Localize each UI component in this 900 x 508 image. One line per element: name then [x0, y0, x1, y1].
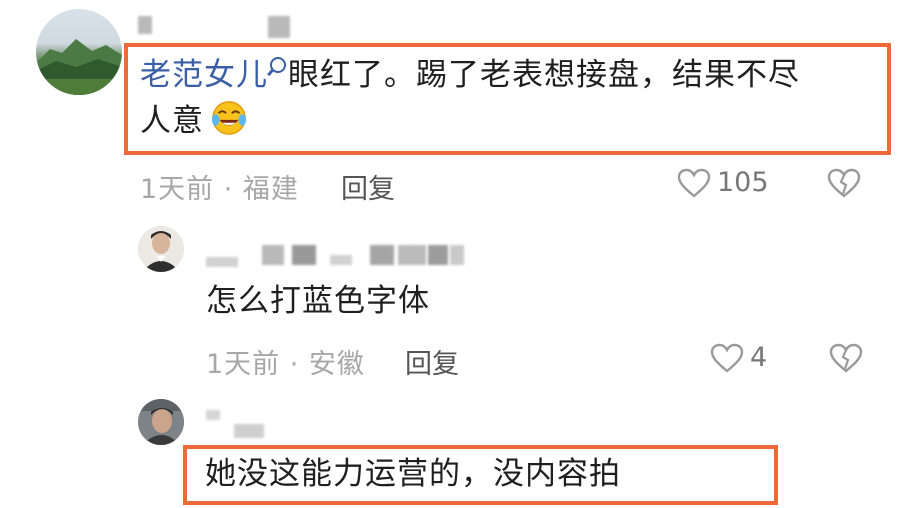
- reply-button[interactable]: 回复: [341, 167, 395, 206]
- like-count: 4: [750, 342, 768, 373]
- mountain-avatar-image: [36, 39, 122, 95]
- avatar[interactable]: [138, 226, 184, 272]
- like-count: 105: [717, 167, 769, 198]
- blurred-username: [206, 410, 220, 420]
- blurred-username: [206, 257, 238, 267]
- blurred-username: [428, 245, 448, 265]
- blurred-username: [138, 16, 152, 34]
- like-button[interactable]: 4: [710, 342, 767, 373]
- avatar[interactable]: [36, 9, 122, 95]
- blurred-username: [234, 424, 264, 438]
- mentioned-username-link[interactable]: 老范女儿: [140, 57, 268, 93]
- blurred-username: [330, 255, 352, 265]
- user-avatar-image: [138, 399, 184, 445]
- reply-button[interactable]: 回复: [405, 342, 459, 381]
- heart-outline-icon: [710, 343, 744, 373]
- search-icon[interactable]: [270, 57, 286, 73]
- laughing-tears-emoji-icon: [211, 101, 247, 135]
- blurred-username: [450, 245, 464, 265]
- broken-heart-icon[interactable]: [827, 168, 861, 198]
- broken-heart-icon[interactable]: [829, 343, 863, 373]
- comment-text: 怎么打蓝色字体: [206, 283, 430, 319]
- heart-outline-icon: [677, 168, 711, 198]
- avatar[interactable]: [138, 399, 184, 445]
- comment-text: 老范女儿 眼红了。踢了老表想接盘，结果不尽: [140, 52, 800, 98]
- blurred-username: [398, 245, 426, 265]
- comment-meta: 1天前 · 福建: [140, 174, 299, 205]
- comment-meta: 1天前 · 安徽: [206, 349, 365, 380]
- like-button[interactable]: 105: [677, 167, 769, 198]
- comment-text-line2: 人意: [140, 98, 248, 144]
- blurred-username: [268, 16, 290, 38]
- comment-body: 眼红了。踢了老表想接盘，结果不尽: [288, 57, 800, 93]
- user-avatar-image: [138, 226, 184, 272]
- comment-body-continued: 人意: [140, 103, 204, 139]
- comment-text: 她没这能力运营的，没内容拍: [205, 456, 621, 492]
- blurred-username: [292, 245, 316, 265]
- blurred-username: [370, 245, 394, 265]
- blurred-username: [262, 245, 284, 265]
